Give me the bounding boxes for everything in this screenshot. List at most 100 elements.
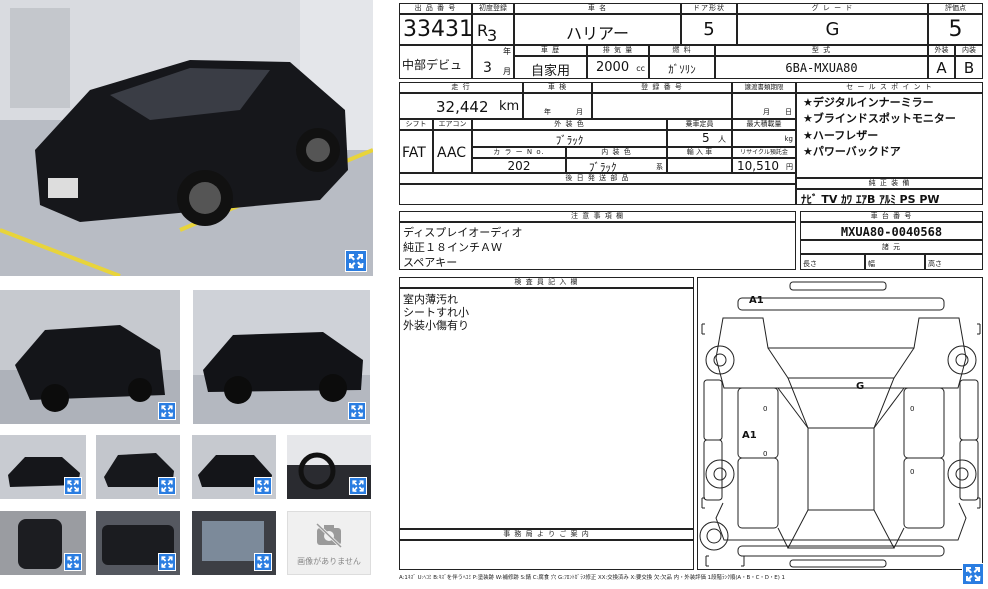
damage-legend: A:1ｷｽﾞ U:ﾍｺﾐ B:ｷｽﾞを伴うﾍｺﾐ P:塗装跡 W:補修跡 S:錆… xyxy=(399,575,785,581)
expand-icon[interactable] xyxy=(254,477,272,495)
expand-icon[interactable] xyxy=(962,563,984,585)
damage-diagram: A1 G A1 0 0 0 0 xyxy=(697,277,983,570)
label-score: 評価点 xyxy=(928,3,983,14)
label-height: 高さ xyxy=(928,260,942,268)
interior-grade-cell: B xyxy=(955,56,983,79)
color-no-cell: 202 xyxy=(472,158,566,173)
expand-icon[interactable] xyxy=(158,402,176,420)
label-model-code: 型 式 xyxy=(715,45,928,56)
displacement-cell: 2000 cc xyxy=(587,56,649,79)
label-displacement: 排 気 量 xyxy=(587,45,649,56)
person-unit: 人 xyxy=(718,135,726,144)
door-count: 5 xyxy=(703,19,715,40)
year-unit: 年 xyxy=(503,47,511,56)
mark-zero-3: 0 xyxy=(763,450,768,458)
photo-thumb-seat[interactable] xyxy=(0,511,86,575)
max-load-cell: kg xyxy=(732,130,796,147)
grade-value: G xyxy=(825,19,840,40)
exterior-grade-cell: A xyxy=(928,56,955,79)
car-name-cell: ハリアー xyxy=(514,14,681,45)
history-cell: 自家用 xyxy=(514,56,587,79)
label-registration-no: 登 録 番 号 xyxy=(592,82,732,93)
label-history: 車 歴 xyxy=(514,45,587,56)
expand-icon[interactable] xyxy=(348,402,366,420)
expand-icon[interactable] xyxy=(345,250,367,272)
shift-cell: FAT xyxy=(399,130,433,173)
label-inspection: 車 検 xyxy=(523,82,592,93)
label-later-parts: 後 日 発 送 部 品 xyxy=(399,173,796,184)
no-image-text: 画像がありません xyxy=(297,557,361,566)
label-import: 輸 入 車 xyxy=(667,147,732,158)
label-mileage: 走 行 xyxy=(399,82,523,93)
int-color-cell: ﾌﾞﾗｯｸ 系 xyxy=(566,158,667,173)
photo-thumb-rear[interactable] xyxy=(0,290,180,424)
car-front-photo xyxy=(0,0,373,276)
ext-color-value: ﾌﾞﾗｯｸ xyxy=(555,134,584,147)
label-lot-no: 出 品 番 号 xyxy=(399,3,472,14)
mileage-cell: 32,442 km xyxy=(399,93,523,119)
ac-value: AAC xyxy=(437,145,467,161)
cc-unit: cc xyxy=(636,64,645,73)
label-fuel: 燃 料 xyxy=(649,45,715,56)
label-color-no: カ ラ ー N o. xyxy=(472,147,566,158)
month-unit: 月 xyxy=(503,67,511,76)
later-parts-cell xyxy=(399,184,796,205)
grade-cell: G xyxy=(737,14,928,45)
photo-thumb-rear-seat[interactable] xyxy=(96,511,180,575)
reg-month: 3 xyxy=(483,60,492,76)
photo-thumb-display[interactable] xyxy=(192,511,276,575)
door-cell: 5 xyxy=(681,14,737,45)
first-reg-cell: R 3 xyxy=(472,14,514,45)
label-office: 事 務 局 よ り ご 案 内 xyxy=(399,529,694,540)
sales-point-2: ★ブラインドスポットモニター xyxy=(803,112,956,125)
label-inspector: 検 査 員 記 入 欄 xyxy=(399,277,694,288)
capacity-value: 5 xyxy=(702,131,710,145)
expand-icon[interactable] xyxy=(158,553,176,571)
label-capacity: 乗車定員 xyxy=(667,119,732,130)
label-shift: シフト xyxy=(399,119,433,130)
debut-text: 中部デビュ xyxy=(402,58,463,72)
expand-icon[interactable] xyxy=(64,553,82,571)
label-width: 幅 xyxy=(868,260,875,268)
mark-g: G xyxy=(856,381,865,392)
photo-thumb-interior[interactable] xyxy=(287,435,371,499)
car-name: ハリアー xyxy=(565,24,630,43)
expand-icon[interactable] xyxy=(64,477,82,495)
fuel-cell: ｶﾞｿﾘﾝ xyxy=(649,56,715,79)
photo-thumb-5[interactable] xyxy=(192,435,276,499)
photo-thumb-side[interactable] xyxy=(193,290,370,424)
no-image-placeholder: 画像がありません xyxy=(287,511,371,575)
score-value: 5 xyxy=(948,17,963,42)
label-length: 長さ xyxy=(803,260,817,268)
label-exterior: 外装 xyxy=(928,45,955,56)
kei-unit: 系 xyxy=(656,163,663,171)
mark-zero-2: 0 xyxy=(910,405,915,413)
yen-unit: 円 xyxy=(786,163,793,171)
model-code-cell: 6BA-MXUA80 xyxy=(715,56,928,79)
length-cell: 長さ xyxy=(800,254,865,270)
photo-thumb-4[interactable] xyxy=(96,435,180,499)
expand-icon[interactable] xyxy=(349,477,367,495)
main-photo[interactable] xyxy=(0,0,373,276)
label-ac: エアコン xyxy=(433,119,472,130)
expand-icon[interactable] xyxy=(254,553,272,571)
equipment-cell: ﾅﾋﾞ TV ｶﾜ ｴｱB ｱﾙﾐ PS PW xyxy=(796,189,983,205)
label-interior: 内装 xyxy=(955,45,983,56)
auction-sheet: 出 品 番 号 初度登録 車 名 ドア形状 グ レ ー ド 評価点 33431 … xyxy=(399,1,985,585)
inspection-cell: 年 月 xyxy=(523,93,592,119)
equipment-value: ﾅﾋﾞ TV ｶﾜ ｴｱB ｱﾙﾐ PS PW xyxy=(801,193,940,205)
label-sales-points: セ ー ル ス ポ イ ン ト xyxy=(796,82,983,93)
inspector-note-3: 外装小傷有り xyxy=(403,319,469,332)
photo-gallery: 画像がありません xyxy=(0,0,378,589)
ac-cell: AAC xyxy=(433,130,472,173)
width-cell: 幅 xyxy=(865,254,925,270)
interior-grade: B xyxy=(963,59,975,77)
registration-no-cell xyxy=(592,93,732,119)
expand-icon[interactable] xyxy=(158,477,176,495)
car-rear-photo xyxy=(0,290,180,424)
photo-thumb-3[interactable] xyxy=(0,435,86,499)
insp-year-unit: 年 xyxy=(544,108,551,116)
insp-month-unit: 月 xyxy=(576,108,583,116)
kg-unit: kg xyxy=(784,135,794,143)
label-equipment: 純 正 装 備 xyxy=(796,178,983,189)
